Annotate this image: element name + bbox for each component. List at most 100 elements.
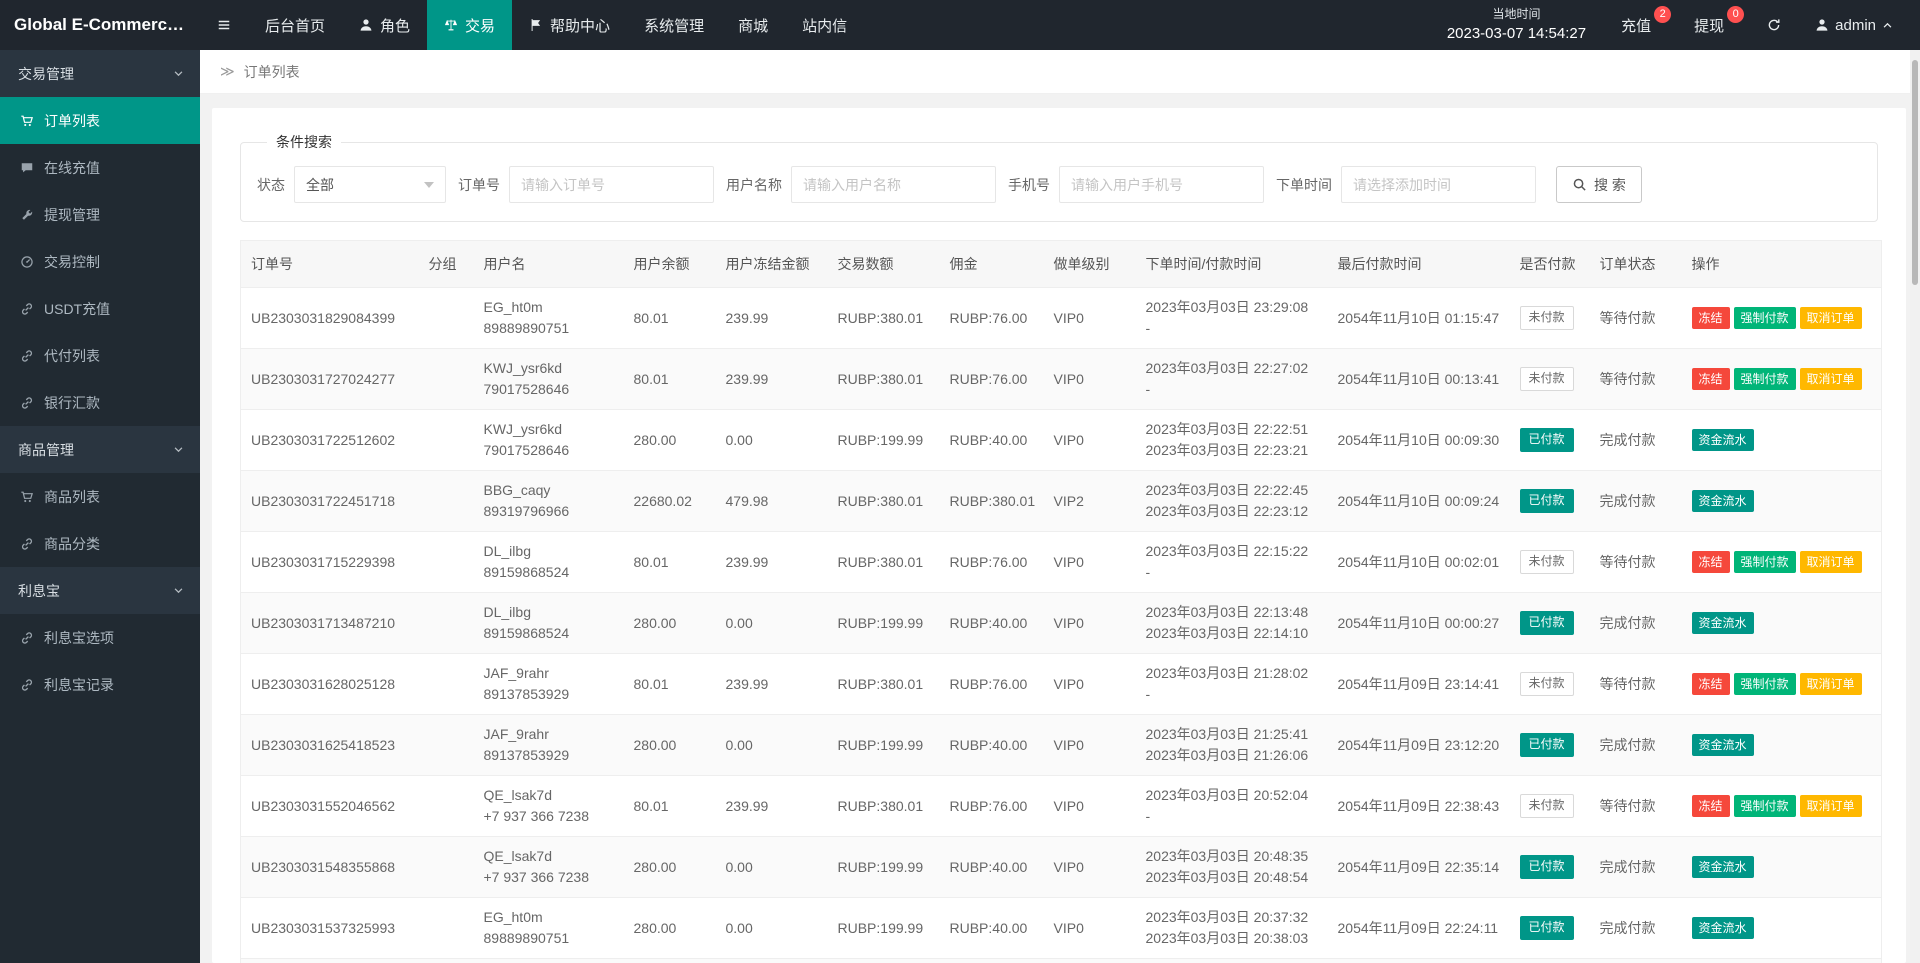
flow-button[interactable]: 资金流水 <box>1692 490 1754 512</box>
flow-button[interactable]: 资金流水 <box>1692 734 1754 756</box>
column-header: 订单号 <box>241 241 419 288</box>
freeze-button[interactable]: 冻结 <box>1692 673 1730 695</box>
last-pay-time-cell: 2054年11月10日 01:15:47 <box>1328 288 1510 349</box>
actions-cell: 资金流水 <box>1682 837 1882 898</box>
sidebar-item-withdraw-mgmt[interactable]: 提现管理 <box>0 191 200 238</box>
withdraw-button[interactable]: 提现 0 <box>1677 0 1750 50</box>
sidebar-item-usdt-recharge[interactable]: USDT充值 <box>0 285 200 332</box>
status-select[interactable]: 全部 <box>294 166 446 203</box>
paid-cell: 已付款 <box>1510 410 1590 471</box>
sidebar-item-goods-list[interactable]: 商品列表 <box>0 473 200 520</box>
actions-cell: 冻结强制付款取消订单 <box>1682 654 1882 715</box>
recharge-button[interactable]: 充值 2 <box>1604 0 1677 50</box>
admin-menu[interactable]: admin <box>1798 0 1910 50</box>
sidebar-item-online-recharge[interactable]: 在线充值 <box>0 144 200 191</box>
order-pay-time-cell: 2023年03月03日 21:25:412023年03月03日 21:26:06 <box>1136 715 1328 776</box>
flow-button[interactable]: 资金流水 <box>1692 917 1754 939</box>
sidebar-item-order-list[interactable]: 订单列表 <box>0 97 200 144</box>
nav-item-home[interactable]: 后台首页 <box>248 0 342 50</box>
username-input[interactable] <box>791 166 996 203</box>
order-time-input[interactable] <box>1341 166 1536 203</box>
cancel-button[interactable]: 取消订单 <box>1800 368 1862 390</box>
link-icon <box>20 349 34 363</box>
freeze-button[interactable]: 冻结 <box>1692 551 1730 573</box>
amount-cell: RUBP:199.99 <box>828 959 940 963</box>
paid-badge: 未付款 <box>1520 672 1574 695</box>
nav-item-site-mail[interactable]: 站内信 <box>785 0 864 50</box>
sidebar-item-payout-list[interactable]: 代付列表 <box>0 332 200 379</box>
search-button[interactable]: 搜 索 <box>1556 166 1642 203</box>
paid-badge: 已付款 <box>1520 489 1574 512</box>
nav-item-help-center[interactable]: 帮助中心 <box>512 0 627 50</box>
table-row: UB2303031548355868QE_lsak7d+7 937 366 72… <box>241 837 1882 898</box>
amount-cell: RUBP:380.01 <box>828 532 940 593</box>
search-icon <box>1572 177 1587 192</box>
commission-cell: RUBP:76.00 <box>940 532 1044 593</box>
column-header: 分组 <box>419 241 474 288</box>
sidebar-item-interest-options[interactable]: 利息宝选项 <box>0 614 200 661</box>
frozen-cell: 0.00 <box>716 715 828 776</box>
table-row: UB2303031722451718BBG_caqy89319796966226… <box>241 471 1882 532</box>
paid-cell: 未付款 <box>1510 959 1590 963</box>
column-header: 交易数额 <box>828 241 940 288</box>
freeze-button[interactable]: 冻结 <box>1692 795 1730 817</box>
menu-toggle-button[interactable] <box>200 0 248 50</box>
hamburger-icon <box>217 18 231 32</box>
order-no-input[interactable] <box>509 166 714 203</box>
sidebar-item-interest-records[interactable]: 利息宝记录 <box>0 661 200 708</box>
cancel-button[interactable]: 取消订单 <box>1800 307 1862 329</box>
status-cell: 完成付款 <box>1590 471 1682 532</box>
order-pay-time-cell: 2023年03月03日 22:13:482023年03月03日 22:14:10 <box>1136 593 1328 654</box>
cancel-button[interactable]: 取消订单 <box>1800 795 1862 817</box>
sidebar-item-trade-control[interactable]: 交易控制 <box>0 238 200 285</box>
status-cell: 完成付款 <box>1590 593 1682 654</box>
sidebar-item-goods-category[interactable]: 商品分类 <box>0 520 200 567</box>
sidebar-item-bank-transfer[interactable]: 银行汇款 <box>0 379 200 426</box>
order-pay-time-cell: 2023年03月03日 22:22:452023年03月03日 22:23:12 <box>1136 471 1328 532</box>
phone-input[interactable] <box>1059 166 1264 203</box>
nav-item-mall[interactable]: 商城 <box>721 0 785 50</box>
freeze-button[interactable]: 冻结 <box>1692 368 1730 390</box>
column-header: 操作 <box>1682 241 1882 288</box>
column-header: 下单时间/付款时间 <box>1136 241 1328 288</box>
nav-item-system[interactable]: 系统管理 <box>627 0 721 50</box>
breadcrumb-current: 订单列表 <box>244 62 300 82</box>
sidebar-group-goods-mgmt[interactable]: 商品管理 <box>0 426 200 473</box>
flow-button[interactable]: 资金流水 <box>1692 856 1754 878</box>
cancel-button[interactable]: 取消订单 <box>1800 673 1862 695</box>
nav-item-roles[interactable]: 角色 <box>342 0 427 50</box>
nav-item-trade[interactable]: 交易 <box>427 0 512 50</box>
sidebar-group-interest[interactable]: 利息宝 <box>0 567 200 614</box>
person-icon <box>1815 18 1829 32</box>
order-time-label: 下单时间 <box>1276 175 1332 195</box>
person-icon <box>359 18 373 32</box>
paid-badge: 未付款 <box>1520 367 1574 390</box>
actions-cell: 资金流水 <box>1682 715 1882 776</box>
force-button[interactable]: 强制付款 <box>1734 673 1796 695</box>
scrollbar-thumb[interactable] <box>1912 60 1918 285</box>
commission-cell: RUBP:76.00 <box>940 288 1044 349</box>
force-button[interactable]: 强制付款 <box>1734 795 1796 817</box>
paid-badge: 已付款 <box>1520 611 1574 634</box>
level-cell: VIP0 <box>1044 959 1136 963</box>
amount-cell: RUBP:199.99 <box>828 898 940 959</box>
user-cell: KWJ_ysr6kd79017528646 <box>474 349 624 410</box>
freeze-button[interactable]: 冻结 <box>1692 307 1730 329</box>
user-cell: DL_ilbg89159868524 <box>474 593 624 654</box>
order-no-cell: UB2303031829084399 <box>241 288 419 349</box>
refresh-button[interactable] <box>1750 0 1798 50</box>
balance-cell: 80.01 <box>624 288 716 349</box>
frozen-cell: 0.00 <box>716 410 828 471</box>
flow-button[interactable]: 资金流水 <box>1692 429 1754 451</box>
force-button[interactable]: 强制付款 <box>1734 368 1796 390</box>
sidebar-group-trade-mgmt[interactable]: 交易管理 <box>0 50 200 97</box>
flow-button[interactable]: 资金流水 <box>1692 612 1754 634</box>
cancel-button[interactable]: 取消订单 <box>1800 551 1862 573</box>
user-cell: JAF_9rahr89137853929 <box>474 654 624 715</box>
main-area: ≫ 订单列表 条件搜索 状态全部订单号用户名称手机号下单时间 搜 索 订单号分组… <box>200 50 1920 963</box>
force-button[interactable]: 强制付款 <box>1734 307 1796 329</box>
order-pay-time-cell: 2023年03月03日 19:52:24- <box>1136 959 1328 963</box>
force-button[interactable]: 强制付款 <box>1734 551 1796 573</box>
user-cell: KWJ_ysr6kd79017528646 <box>474 410 624 471</box>
page-scrollbar[interactable] <box>1910 50 1920 963</box>
